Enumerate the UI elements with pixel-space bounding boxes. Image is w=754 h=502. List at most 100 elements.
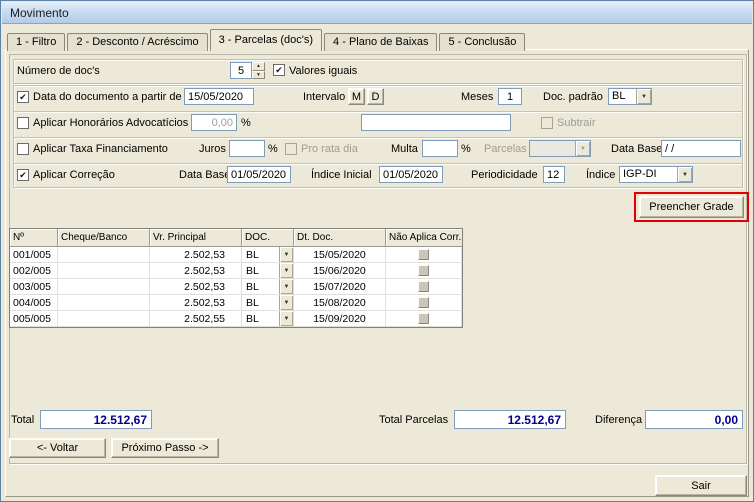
- titlebar[interactable]: Movimento: [2, 2, 752, 24]
- dropdown-arrow-icon[interactable]: ▼: [279, 295, 293, 310]
- nao-aplica-corr-button[interactable]: [418, 297, 429, 308]
- correcao-data-base-input[interactable]: 01/05/2020: [227, 166, 291, 183]
- sair-button[interactable]: Sair: [655, 475, 747, 496]
- dropdown-arrow-icon[interactable]: ▼: [636, 89, 651, 104]
- juros-percent-label: %: [268, 143, 278, 155]
- honorarios-valor-input[interactable]: 0,00: [191, 114, 237, 131]
- doc-value: BL: [246, 312, 259, 325]
- indice-label: Índice: [586, 169, 616, 181]
- cell-numero: 001/005: [10, 247, 58, 263]
- cell-doc-combo[interactable]: BL ▼: [242, 295, 294, 311]
- nao-aplica-corr-button[interactable]: [418, 313, 429, 324]
- periodicidade-input[interactable]: 12: [543, 166, 565, 183]
- data-documento-checkbox[interactable]: ✔: [17, 91, 29, 103]
- num-docs-input[interactable]: 5: [230, 62, 252, 79]
- cell-cheque-banco[interactable]: [58, 311, 150, 327]
- correcao-checkbox[interactable]: ✔: [17, 169, 29, 181]
- dropdown-arrow-icon[interactable]: ▼: [575, 141, 590, 156]
- indice-inicial-input[interactable]: 01/05/2020: [379, 166, 443, 183]
- dropdown-arrow-icon[interactable]: ▼: [279, 279, 293, 294]
- pro-rata-label: Pro rata dia: [301, 143, 358, 155]
- juros-input[interactable]: [229, 140, 265, 157]
- data-documento-input[interactable]: 15/05/2020: [184, 88, 254, 105]
- total-parcelas-value: 12.512,67: [454, 410, 566, 429]
- nao-aplica-corr-button[interactable]: [418, 281, 429, 292]
- col-header-doc[interactable]: DOC.: [242, 229, 294, 247]
- spin-up-icon[interactable]: ▲: [252, 62, 265, 71]
- cell-dt-doc[interactable]: 15/07/2020: [294, 279, 386, 295]
- tab-plano-de-baixas[interactable]: 4 - Plano de Baixas: [324, 33, 438, 51]
- indice-combo[interactable]: IGP-DI ▼: [619, 166, 693, 183]
- cell-nao-aplica-corr: [386, 295, 462, 311]
- subtrair-checkbox[interactable]: [541, 117, 553, 129]
- cell-vr-principal[interactable]: 2.502,53: [150, 279, 242, 295]
- cell-vr-principal[interactable]: 2.502,53: [150, 295, 242, 311]
- dropdown-arrow-icon[interactable]: ▼: [279, 311, 293, 326]
- cell-cheque-banco[interactable]: [58, 295, 150, 311]
- pro-rata-checkbox[interactable]: [285, 143, 297, 155]
- juros-label: Juros: [199, 143, 226, 155]
- diferenca-label: Diferença: [595, 414, 643, 426]
- cell-cheque-banco[interactable]: [58, 279, 150, 295]
- nao-aplica-corr-button[interactable]: [418, 249, 429, 260]
- proximo-passo-button[interactable]: Próximo Passo ->: [111, 438, 219, 458]
- cell-doc-combo[interactable]: BL ▼: [242, 263, 294, 279]
- honorarios-checkbox[interactable]: [17, 117, 29, 129]
- num-docs-label: Número de doc's: [17, 65, 100, 77]
- cell-vr-principal[interactable]: 2.502,53: [150, 247, 242, 263]
- annotation-highlight: [634, 192, 749, 222]
- grid-header: Nº Cheque/Banco Vr. Principal DOC. Dt. D…: [10, 229, 462, 247]
- cell-nao-aplica-corr: [386, 279, 462, 295]
- dropdown-arrow-icon[interactable]: ▼: [279, 247, 293, 262]
- row-separator: [14, 137, 742, 139]
- num-docs-groupbox: [13, 59, 743, 84]
- tab-parcelas-docs[interactable]: 3 - Parcelas (doc's): [209, 29, 323, 51]
- valores-iguais-checkbox[interactable]: ✔: [273, 64, 285, 76]
- dropdown-arrow-icon[interactable]: ▼: [279, 263, 293, 278]
- table-row: 004/005 2.502,53 BL ▼ 15/08/2020: [10, 295, 462, 311]
- meses-input[interactable]: 1: [498, 88, 522, 105]
- nao-aplica-corr-button[interactable]: [418, 265, 429, 276]
- tab-desconto-acrescimo[interactable]: 2 - Desconto / Acréscimo: [67, 33, 208, 51]
- cell-cheque-banco[interactable]: [58, 263, 150, 279]
- cell-dt-doc[interactable]: 15/09/2020: [294, 311, 386, 327]
- dropdown-arrow-icon[interactable]: ▼: [677, 167, 692, 182]
- cell-dt-doc[interactable]: 15/08/2020: [294, 295, 386, 311]
- cell-cheque-banco[interactable]: [58, 247, 150, 263]
- subtrair-label: Subtrair: [557, 117, 596, 129]
- row-separator: [14, 111, 742, 113]
- cell-doc-combo[interactable]: BL ▼: [242, 279, 294, 295]
- indice-inicial-label: Índice Inicial: [311, 169, 372, 181]
- col-header-numero[interactable]: Nº: [10, 229, 58, 247]
- intervalo-m-button[interactable]: M: [348, 88, 365, 105]
- doc-value: BL: [246, 296, 259, 309]
- grid-body: 001/005 2.502,53 BL ▼ 15/05/2020 002/005 2.502…: [10, 247, 462, 327]
- col-header-vr-principal[interactable]: Vr. Principal: [150, 229, 242, 247]
- voltar-button[interactable]: <- Voltar: [9, 438, 106, 458]
- cell-numero: 005/005: [10, 311, 58, 327]
- multa-input[interactable]: [422, 140, 458, 157]
- cell-vr-principal[interactable]: 2.502,53: [150, 263, 242, 279]
- tab-conclusao[interactable]: 5 - Conclusão: [439, 33, 526, 51]
- taxa-data-base-input[interactable]: / /: [661, 140, 741, 157]
- doc-value: BL: [246, 264, 259, 277]
- cell-vr-principal[interactable]: 2.502,55: [150, 311, 242, 327]
- parcelas-grid: Nº Cheque/Banco Vr. Principal DOC. Dt. D…: [9, 228, 463, 328]
- doc-padrao-combo[interactable]: BL ▼: [608, 88, 652, 105]
- cell-dt-doc[interactable]: 15/05/2020: [294, 247, 386, 263]
- honorarios-extra-input[interactable]: [361, 114, 511, 131]
- tab-filtro[interactable]: 1 - Filtro: [7, 33, 66, 51]
- col-header-nao-aplica-corr[interactable]: Não Aplica Corr.: [386, 229, 462, 247]
- cell-doc-combo[interactable]: BL ▼: [242, 311, 294, 327]
- col-header-dt-doc[interactable]: Dt. Doc.: [294, 229, 386, 247]
- intervalo-d-button[interactable]: D: [367, 88, 384, 105]
- taxa-financiamento-checkbox[interactable]: [17, 143, 29, 155]
- doc-padrao-value: BL: [612, 90, 626, 102]
- cell-doc-combo[interactable]: BL ▼: [242, 247, 294, 263]
- intervalo-label: Intervalo: [303, 91, 346, 103]
- honorarios-label: Aplicar Honorários Advocatícios: [33, 117, 189, 129]
- cell-dt-doc[interactable]: 15/06/2020: [294, 263, 386, 279]
- col-header-cheque-banco[interactable]: Cheque/Banco: [58, 229, 150, 247]
- spin-down-icon[interactable]: ▼: [252, 70, 265, 79]
- parcelas-combo[interactable]: ▼: [529, 140, 591, 157]
